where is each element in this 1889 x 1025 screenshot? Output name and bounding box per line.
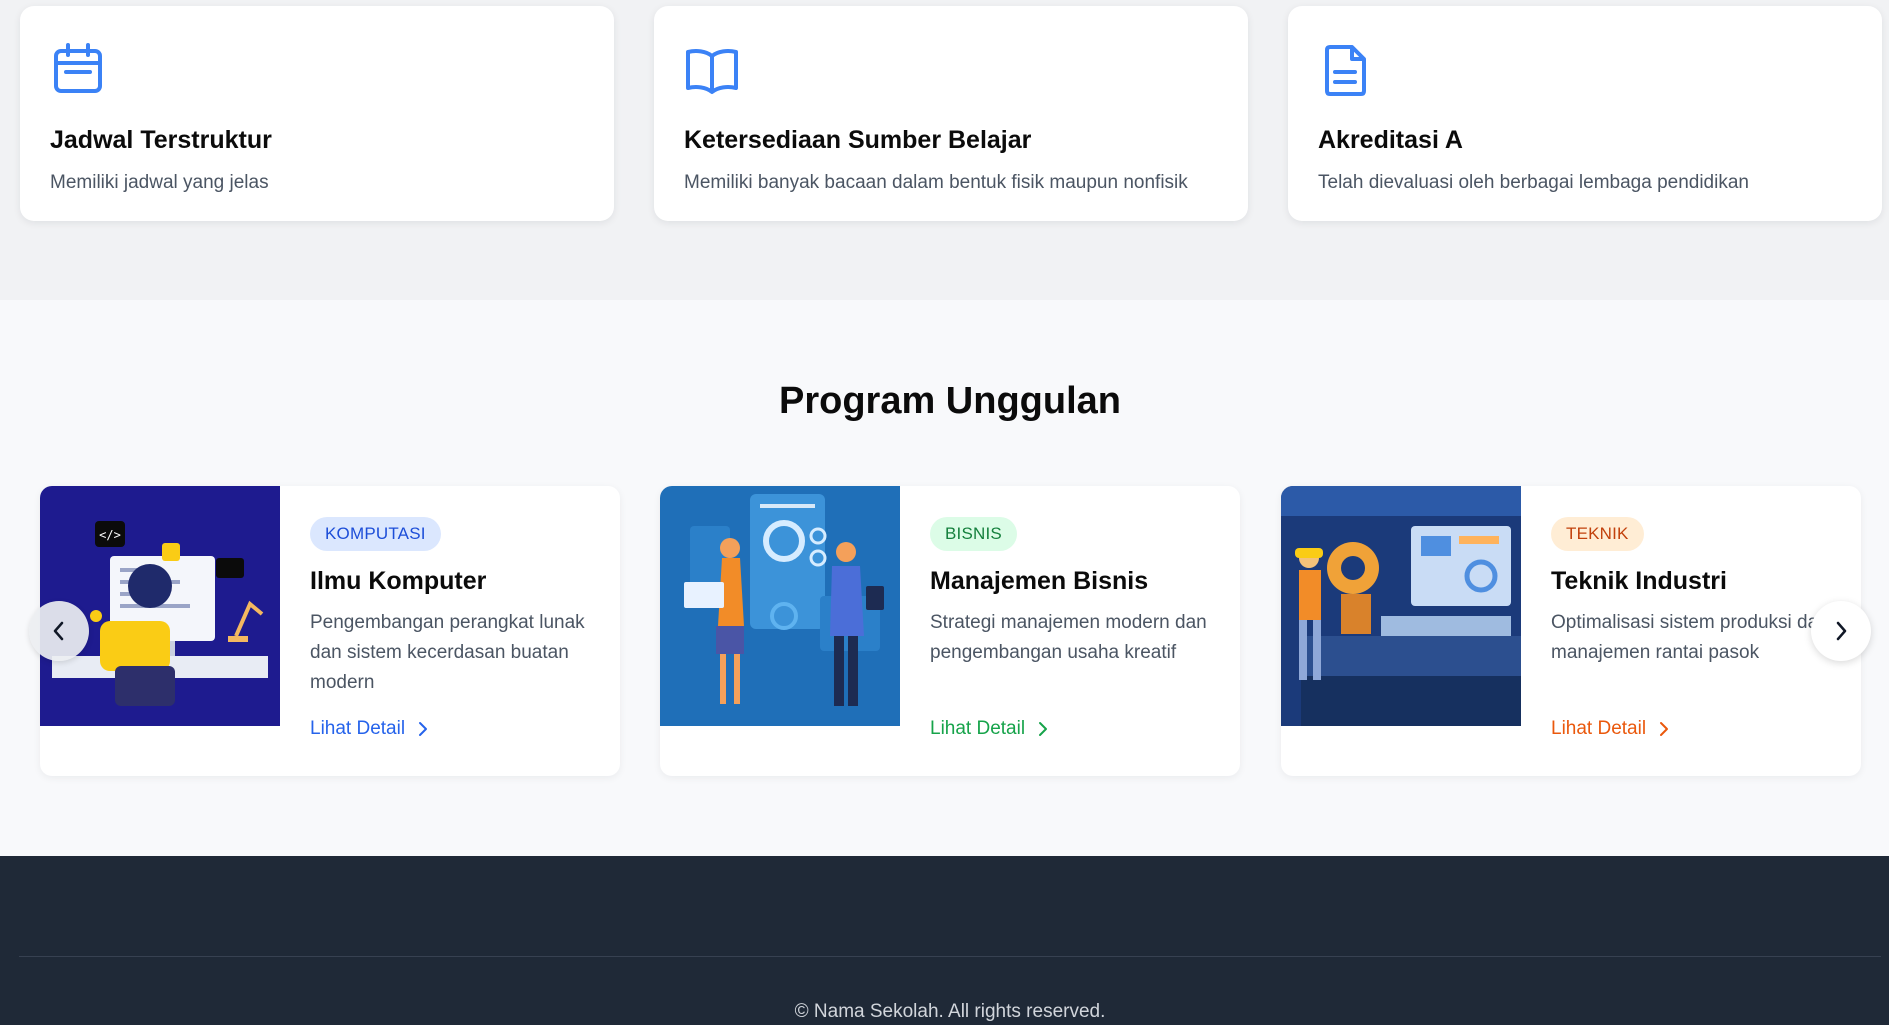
feature-title: Jadwal Terstruktur bbox=[50, 126, 272, 154]
view-detail-link[interactable]: Lihat Detail bbox=[930, 718, 1049, 740]
program-description: Optimalisasi sistem produksi dan manajem… bbox=[1551, 612, 1829, 663]
program-illustration-business bbox=[660, 486, 900, 726]
chevron-right-icon bbox=[1039, 722, 1048, 736]
calendar-icon bbox=[54, 43, 102, 93]
feature-description: Telah dievaluasi oleh berbagai lembaga p… bbox=[1318, 172, 1749, 193]
view-detail-label: Lihat Detail bbox=[930, 718, 1026, 739]
program-card-industrial-engineering[interactable]: TEKNIK Teknik Industri Optimalisasi sist… bbox=[1281, 486, 1861, 776]
chevron-left-icon bbox=[53, 621, 64, 641]
program-title: Manajemen Bisnis bbox=[930, 567, 1149, 595]
chevron-right-icon bbox=[1660, 722, 1669, 736]
feature-card-accreditation: Akreditasi A Telah dievaluasi oleh berba… bbox=[1288, 6, 1882, 221]
features-section: Jadwal Terstruktur Memiliki jadwal yang … bbox=[0, 0, 1889, 300]
book-open-icon bbox=[686, 49, 738, 94]
footer: © Nama Sekolah. All rights reserved. bbox=[0, 856, 1889, 1025]
category-badge: KOMPUTASI bbox=[310, 517, 441, 551]
chevron-right-icon bbox=[1836, 621, 1847, 641]
svg-text:</>: </> bbox=[99, 528, 121, 542]
view-detail-link[interactable]: Lihat Detail bbox=[310, 718, 429, 740]
copyright-text: © Nama Sekolah. All rights reserved. bbox=[794, 1001, 1106, 1022]
document-icon bbox=[1325, 45, 1366, 96]
program-title: Teknik Industri bbox=[1551, 567, 1727, 595]
carousel-next-button[interactable] bbox=[1811, 601, 1871, 661]
feature-title: Ketersediaan Sumber Belajar bbox=[684, 126, 1032, 154]
program-description: Strategi manajemen modern dan pengembang… bbox=[930, 612, 1207, 663]
feature-description: Memiliki jadwal yang jelas bbox=[50, 172, 269, 193]
program-description: Pengembangan perangkat lunak dan sistem … bbox=[310, 612, 585, 693]
footer-divider bbox=[19, 956, 1881, 957]
feature-card-resources: Ketersediaan Sumber Belajar Memiliki ban… bbox=[654, 6, 1248, 221]
view-detail-label: Lihat Detail bbox=[1551, 718, 1647, 739]
program-illustration-industry bbox=[1281, 486, 1521, 726]
carousel-prev-button[interactable] bbox=[29, 601, 89, 661]
programs-section: Program Unggulan </> KOMPUTASI Ilmu Komp… bbox=[0, 300, 1889, 856]
program-card-computer-science[interactable]: </> KOMPUTASI Ilmu Komputer Pengembangan… bbox=[40, 486, 620, 776]
chevron-right-icon bbox=[419, 722, 428, 736]
feature-description: Memiliki banyak bacaan dalam bentuk fisi… bbox=[684, 172, 1188, 193]
feature-card-schedule: Jadwal Terstruktur Memiliki jadwal yang … bbox=[20, 6, 614, 221]
category-badge: BISNIS bbox=[930, 517, 1017, 551]
view-detail-label: Lihat Detail bbox=[310, 718, 406, 739]
program-card-business[interactable]: BISNIS Manajemen Bisnis Strategi manajem… bbox=[660, 486, 1240, 776]
program-title: Ilmu Komputer bbox=[310, 567, 487, 595]
view-detail-link[interactable]: Lihat Detail bbox=[1551, 718, 1670, 740]
category-badge: TEKNIK bbox=[1551, 517, 1644, 551]
section-title: Program Unggulan bbox=[778, 380, 1122, 422]
feature-title: Akreditasi A bbox=[1318, 126, 1463, 154]
